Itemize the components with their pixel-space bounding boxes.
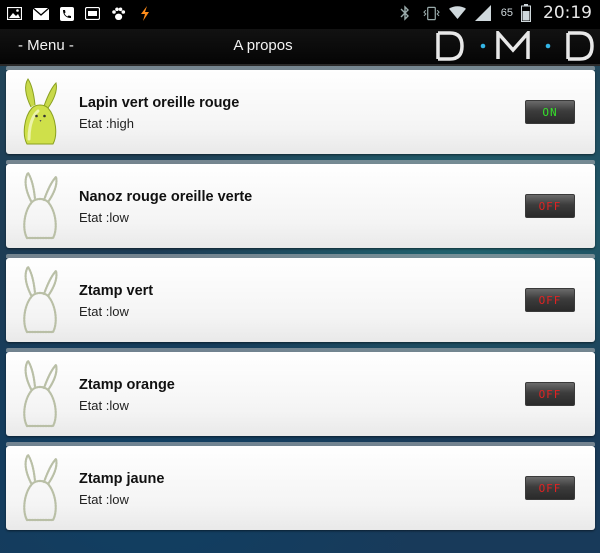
battery-level: 65 [500,7,513,19]
device-state: Etat :low [79,398,129,413]
action-bar: - Menu - A propos [0,28,600,66]
rabbit-green-icon [20,77,60,147]
device-name: Ztamp jaune [79,471,165,487]
toggle-button[interactable]: OFF [525,476,575,500]
mail-icon [32,5,49,22]
bluetooth-icon [397,4,414,22]
status-clock: 20:19 [543,3,592,23]
device-name: Ztamp vert [79,283,154,299]
device-name: Lapin vert oreille rouge [79,95,240,111]
device-state: Etat :low [79,304,129,319]
rabbit-outline-icon [20,453,60,523]
device-list: Lapin vert oreille rouge Etat :high ON N… [6,66,595,540]
device-state: Etat :low [79,210,129,225]
rabbit-outline-icon [20,171,60,241]
rabbit-outline-icon [20,359,60,429]
toggle-button[interactable]: OFF [525,382,575,406]
signal-icon [475,5,492,22]
device-row[interactable]: Nanoz rouge oreille verte Etat :low OFF [6,160,595,248]
device-name: Nanoz rouge oreille verte [79,189,253,205]
gallery-icon [6,5,23,22]
device-row[interactable]: Ztamp jaune Etat :low OFF [6,442,595,530]
device-row[interactable]: Ztamp orange Etat :low OFF [6,348,595,436]
device-row[interactable]: Ztamp vert Etat :low OFF [6,254,595,342]
rabbit-outline-icon [20,265,60,335]
toggle-button[interactable]: ON [525,100,575,124]
vibrate-icon [422,5,440,22]
paw-icon [110,5,127,22]
device-state: Etat :low [79,492,129,507]
dmd-logo [436,28,594,66]
toggle-button[interactable]: OFF [525,288,575,312]
flash-icon [136,5,153,22]
device-row[interactable]: Lapin vert oreille rouge Etat :high ON [6,66,595,154]
phone-app-icon [58,5,75,22]
wifi-icon [448,5,466,22]
toggle-button[interactable]: OFF [525,194,575,218]
battery-icon [517,4,534,22]
device-state: Etat :high [79,116,134,131]
status-bar: 65 20:19 [0,0,600,29]
device-name: Ztamp orange [79,377,175,393]
media-icon [84,5,101,22]
